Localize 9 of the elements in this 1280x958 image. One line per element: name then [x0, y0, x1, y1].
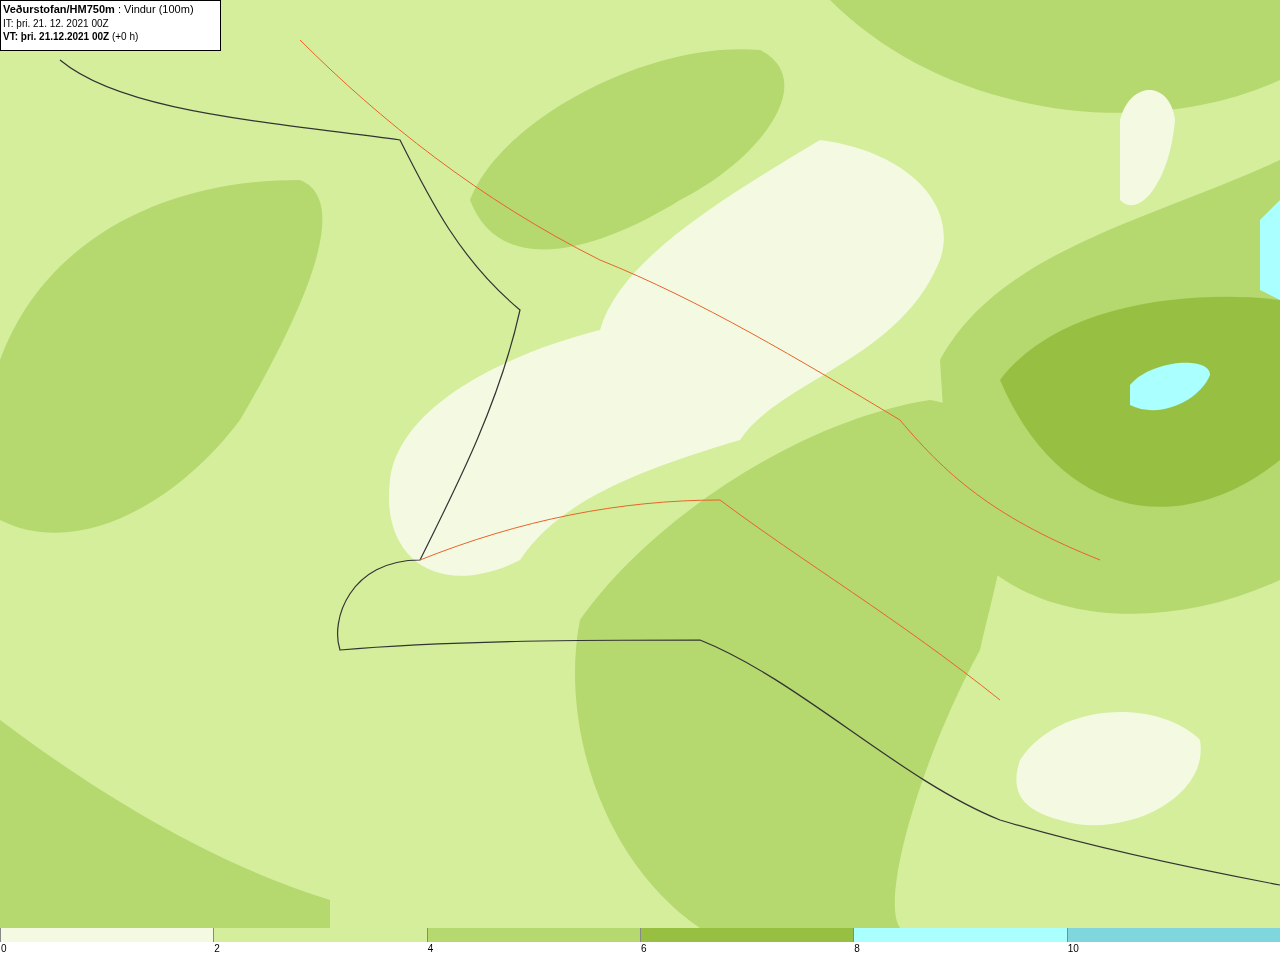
legend-label: 2: [213, 942, 220, 956]
legend-label: 4: [426, 942, 434, 956]
title-line: VT: þri. 21.12.2021 00Z (+0 h): [3, 30, 139, 44]
legend-label: 8: [853, 942, 860, 956]
legend-label: 0: [0, 942, 7, 956]
title-line: Veðurstofan/HM750m : Vindur (100m): [3, 2, 194, 17]
legend-label: 10: [1066, 942, 1079, 956]
legend-label: 6: [640, 942, 647, 956]
title-line: IT: þri. 21. 12. 2021 00Z: [3, 17, 109, 30]
